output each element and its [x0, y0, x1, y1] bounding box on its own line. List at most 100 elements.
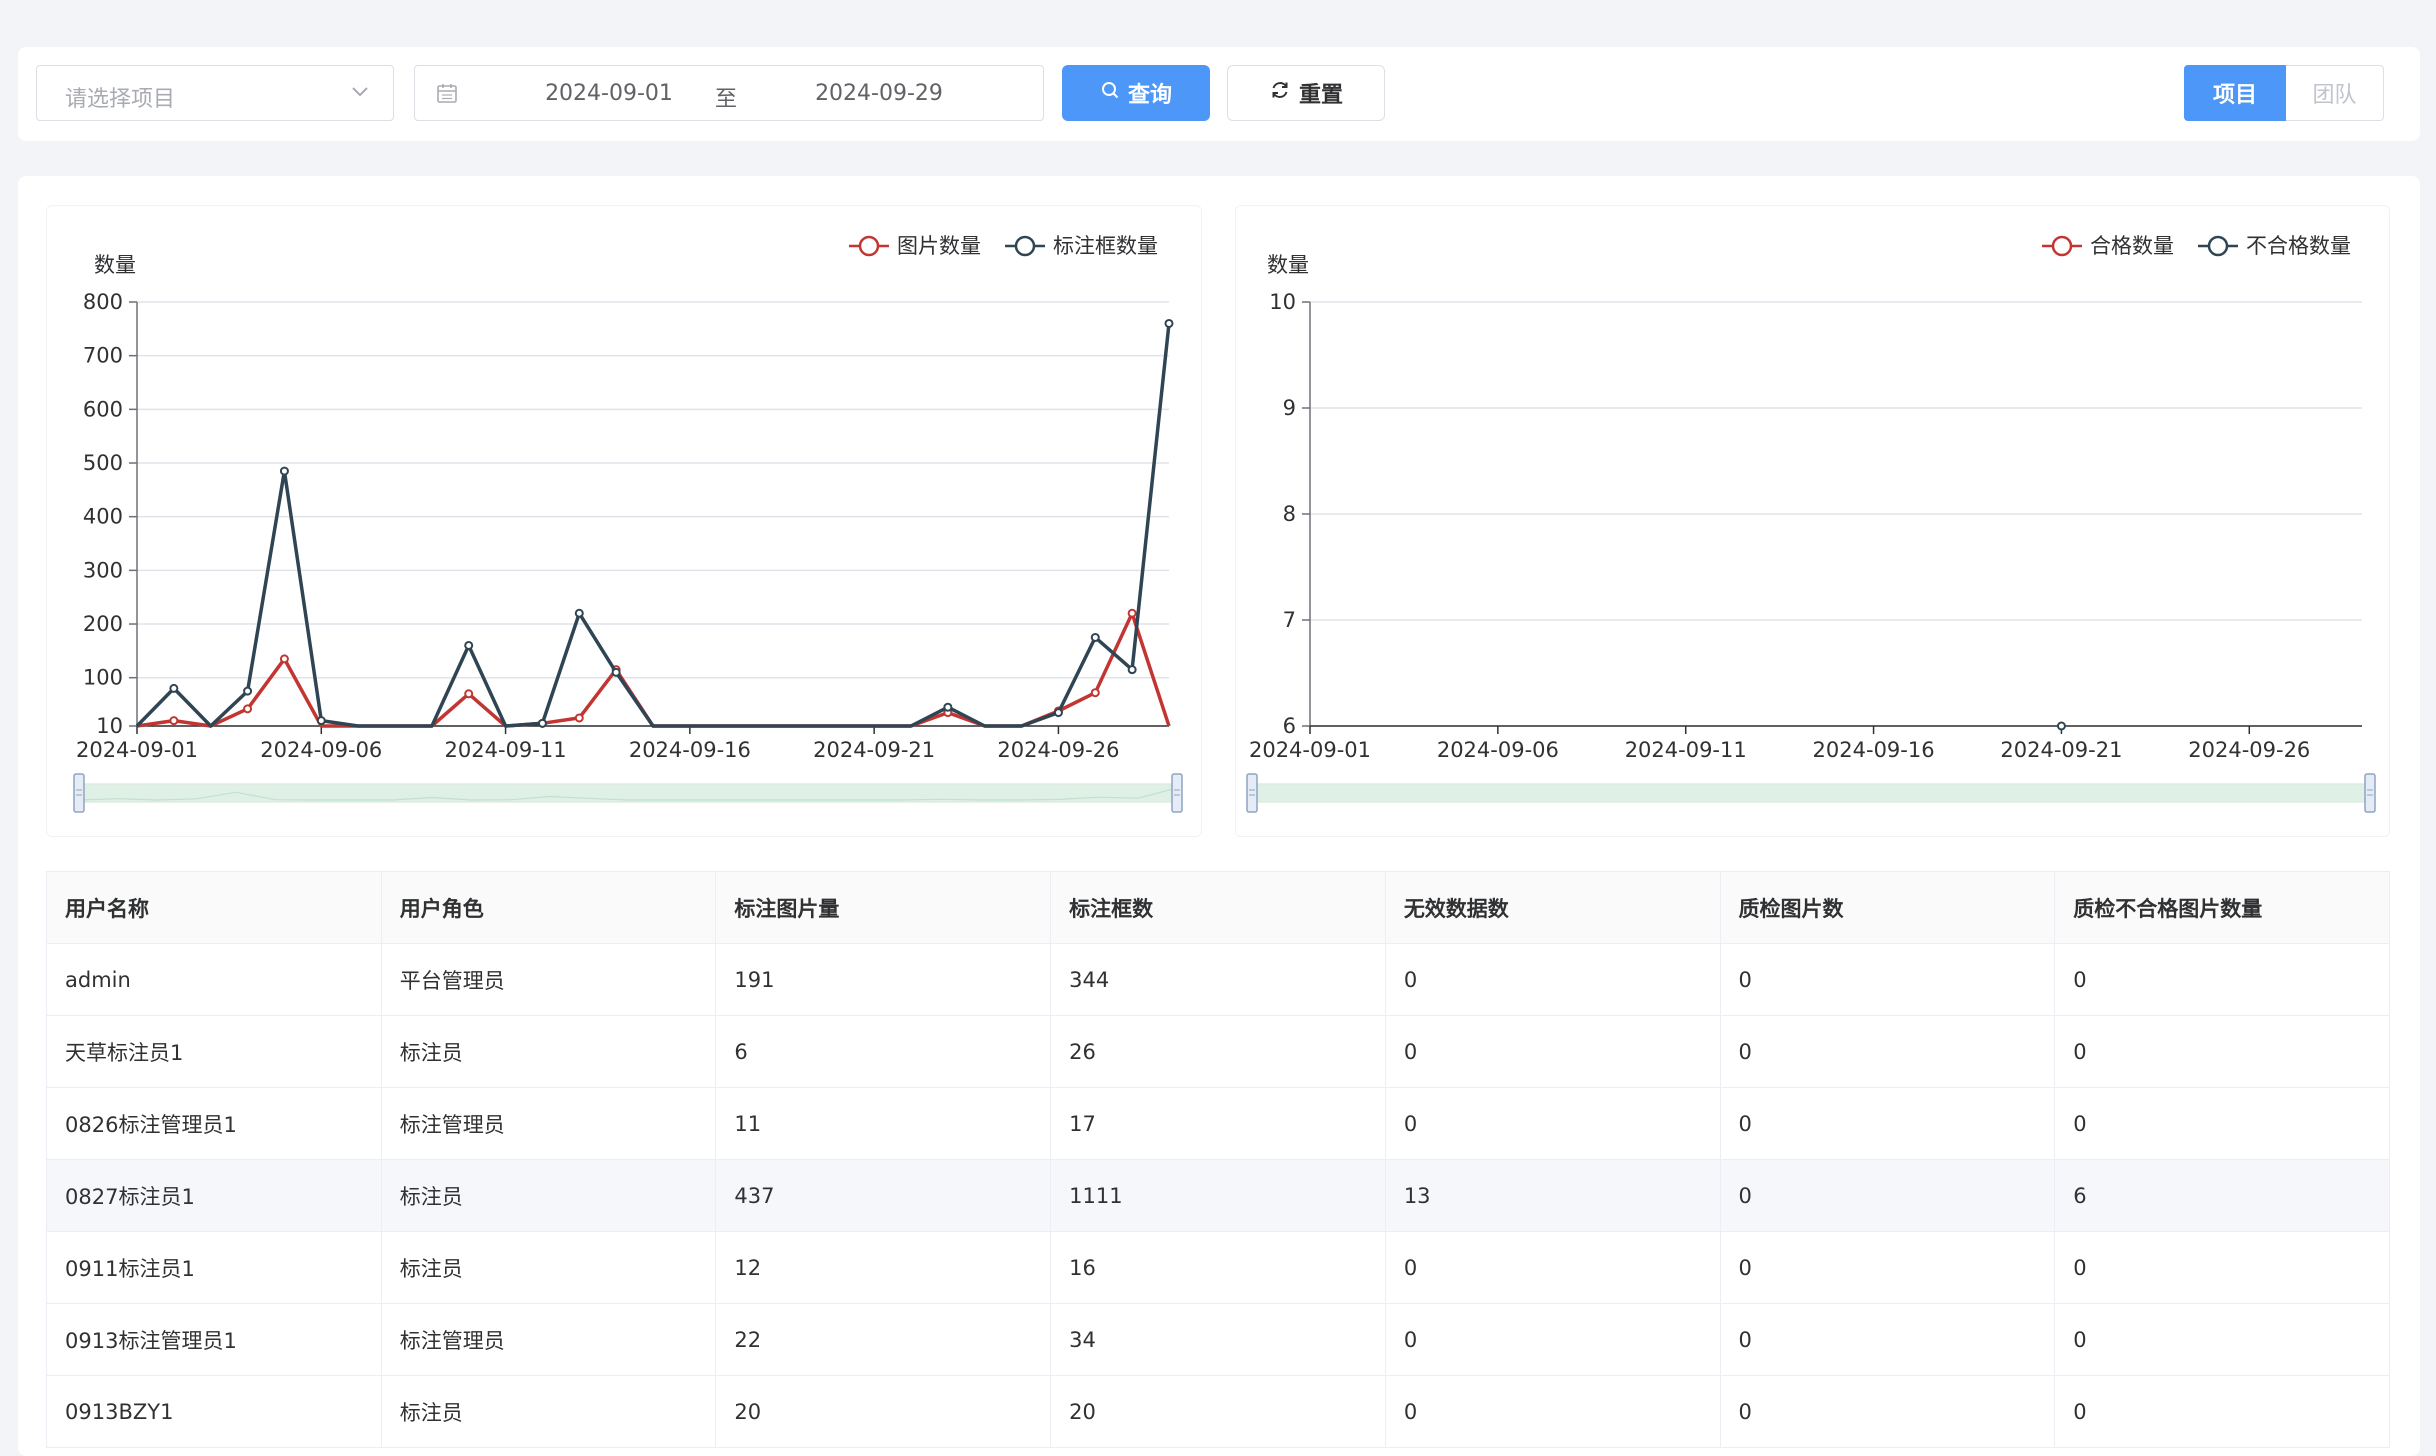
cell-qc-images: 0	[1720, 1159, 2056, 1232]
col-invalid-count[interactable]: 无效数据数	[1385, 871, 1721, 944]
x-tick-label: 2024-09-16	[629, 738, 751, 762]
reset-button[interactable]: 重置	[1227, 65, 1385, 121]
cell-invalid-count: 0	[1385, 1015, 1721, 1088]
mode-toggle-project[interactable]: 项目	[2184, 65, 2286, 121]
x-tick-label: 2024-09-16	[1813, 738, 1935, 762]
cell-qc-images: 0	[1720, 1231, 2056, 1304]
data-point	[464, 689, 474, 699]
y-tick-label: 800	[83, 290, 123, 314]
series-line-b	[135, 323, 1171, 728]
table-row[interactable]: 0913BZY1 标注员 20 20 0 0 0	[46, 1375, 2390, 1448]
cell-user-name: 0913标注管理员1	[46, 1303, 382, 1376]
table-row[interactable]: 0913标注管理员1 标注管理员 22 34 0 0 0	[46, 1303, 2390, 1376]
zoom-handle-right	[2364, 773, 2376, 813]
data-point	[574, 713, 584, 723]
cell-qc-failed: 0	[2054, 1375, 2390, 1448]
data-point	[243, 686, 253, 696]
series-line-a	[136, 611, 1171, 728]
data-point	[1127, 608, 1137, 618]
y-tick-label: 700	[83, 344, 123, 368]
cell-annotated-images: 20	[715, 1375, 1052, 1448]
col-qc-images[interactable]: 质检图片数	[1720, 871, 2056, 944]
cell-user-role: 平台管理员	[381, 943, 717, 1016]
data-point	[1127, 665, 1137, 675]
y-tick-label: 6	[1283, 714, 1296, 738]
legend-marker	[2207, 235, 2229, 257]
x-tick-label: 2024-09-01	[76, 738, 198, 762]
refresh-icon	[1269, 79, 1291, 107]
y-tick-label: 10	[96, 714, 123, 738]
cell-qc-images: 0	[1720, 1087, 2056, 1160]
zoom-handle-right	[1171, 773, 1183, 813]
query-button[interactable]: 查询	[1062, 65, 1210, 121]
x-tick-label: 2024-09-26	[997, 738, 1119, 762]
annotation-count-chart: 10 100 200 300 400 500 600 700 800 数量 2024-09-01 20…	[46, 205, 1202, 837]
table-row[interactable]: 0911标注员1 标注员 12 16 0 0 0	[46, 1231, 2390, 1304]
cell-user-role: 标注员	[381, 1015, 717, 1088]
annotation-count-chart-svg: 10 100 200 300 400 500 600 700 800 数量 2024-09-01 20…	[73, 234, 1183, 813]
table-row[interactable]: 天草标注员1 标注员 6 26 0 0 0	[46, 1015, 2390, 1088]
zoom-slider-selection	[1252, 785, 2370, 801]
cell-annotated-images: 437	[715, 1159, 1052, 1232]
cell-qc-images: 0	[1720, 1015, 2056, 1088]
legend-marker	[2051, 235, 2073, 257]
cell-qc-failed: 0	[2054, 1087, 2390, 1160]
col-annotated-images[interactable]: 标注图片量	[715, 871, 1052, 944]
cell-user-role: 标注员	[381, 1231, 717, 1304]
cell-annotated-images: 6	[715, 1015, 1052, 1088]
cell-invalid-count: 0	[1385, 1231, 1721, 1304]
data-point	[464, 640, 474, 650]
user-stats-table: 用户名称 用户角色 标注图片量 标注框数 无效数据数 质检图片数 质检不合格图片…	[46, 871, 2390, 1448]
data-point	[1164, 318, 1174, 328]
x-tick-label: 2024-09-06	[260, 738, 382, 762]
table-row[interactable]: 0826标注管理员1 标注管理员 11 17 0 0 0	[46, 1087, 2390, 1160]
date-range-picker[interactable]: 2024-09-01 至 2024-09-29	[414, 65, 1044, 121]
cell-annotated-images: 22	[715, 1303, 1052, 1376]
legend-marker	[858, 235, 880, 257]
cell-box-count: 16	[1050, 1231, 1386, 1304]
y-tick-label: 8	[1283, 502, 1296, 526]
data-point	[279, 466, 289, 476]
col-qc-failed[interactable]: 质检不合格图片数量	[2054, 871, 2390, 944]
mode-toggle-team[interactable]: 团队	[2286, 65, 2384, 121]
cell-user-name: 天草标注员1	[46, 1015, 382, 1088]
col-user-name[interactable]: 用户名称	[46, 871, 382, 944]
col-box-count[interactable]: 标注框数	[1050, 871, 1386, 944]
x-tick-label: 2024-09-11	[1625, 738, 1747, 762]
zoom-handle-left	[1246, 773, 1258, 813]
data-point	[1090, 688, 1100, 698]
date-end-input[interactable]: 2024-09-29	[799, 81, 959, 106]
y-tick-label: 100	[83, 666, 123, 690]
search-icon	[1100, 80, 1120, 106]
y-tick-label: 7	[1283, 608, 1296, 632]
x-tick-label: 2024-09-26	[2188, 738, 2310, 762]
data-point	[1053, 708, 1063, 718]
cell-qc-failed: 0	[2054, 1303, 2390, 1376]
cell-user-role: 标注员	[381, 1159, 717, 1232]
data-point	[537, 718, 547, 728]
y-tick-label: 300	[83, 558, 123, 582]
legend-label: 图片数量	[897, 234, 981, 258]
cell-annotated-images: 12	[715, 1231, 1052, 1304]
y-tick-label: 200	[83, 612, 123, 636]
cell-user-name: 0827标注员1	[46, 1159, 382, 1232]
cell-invalid-count: 0	[1385, 1087, 1721, 1160]
quality-check-chart-svg: 6 7 8 9 10 数量 2024-09-01 2024-09-06 2024-09-11 20…	[1246, 234, 2376, 813]
cell-box-count: 1111	[1050, 1159, 1386, 1232]
data-point	[611, 667, 621, 677]
project-select[interactable]: 请选择项目	[36, 65, 394, 121]
x-tick-label: 2024-09-21	[2000, 738, 2122, 762]
project-select-placeholder: 请选择项目	[65, 87, 176, 112]
y-axis-label: 数量	[1267, 253, 1309, 277]
date-range-separator: 至	[715, 87, 738, 112]
date-start-input[interactable]: 2024-09-01	[529, 81, 689, 106]
x-tick-label: 2024-09-01	[1249, 738, 1371, 762]
table-row[interactable]: 0827标注员1 标注员 437 1111 13 0 6	[46, 1159, 2390, 1232]
cell-user-role: 标注员	[381, 1375, 717, 1448]
cell-annotated-images: 191	[715, 943, 1052, 1016]
cell-box-count: 344	[1050, 943, 1386, 1016]
table-row[interactable]: admin 平台管理员 191 344 0 0 0	[46, 943, 2390, 1016]
col-user-role[interactable]: 用户角色	[381, 871, 717, 944]
data-point	[2056, 721, 2066, 731]
cell-user-name: 0911标注员1	[46, 1231, 382, 1304]
